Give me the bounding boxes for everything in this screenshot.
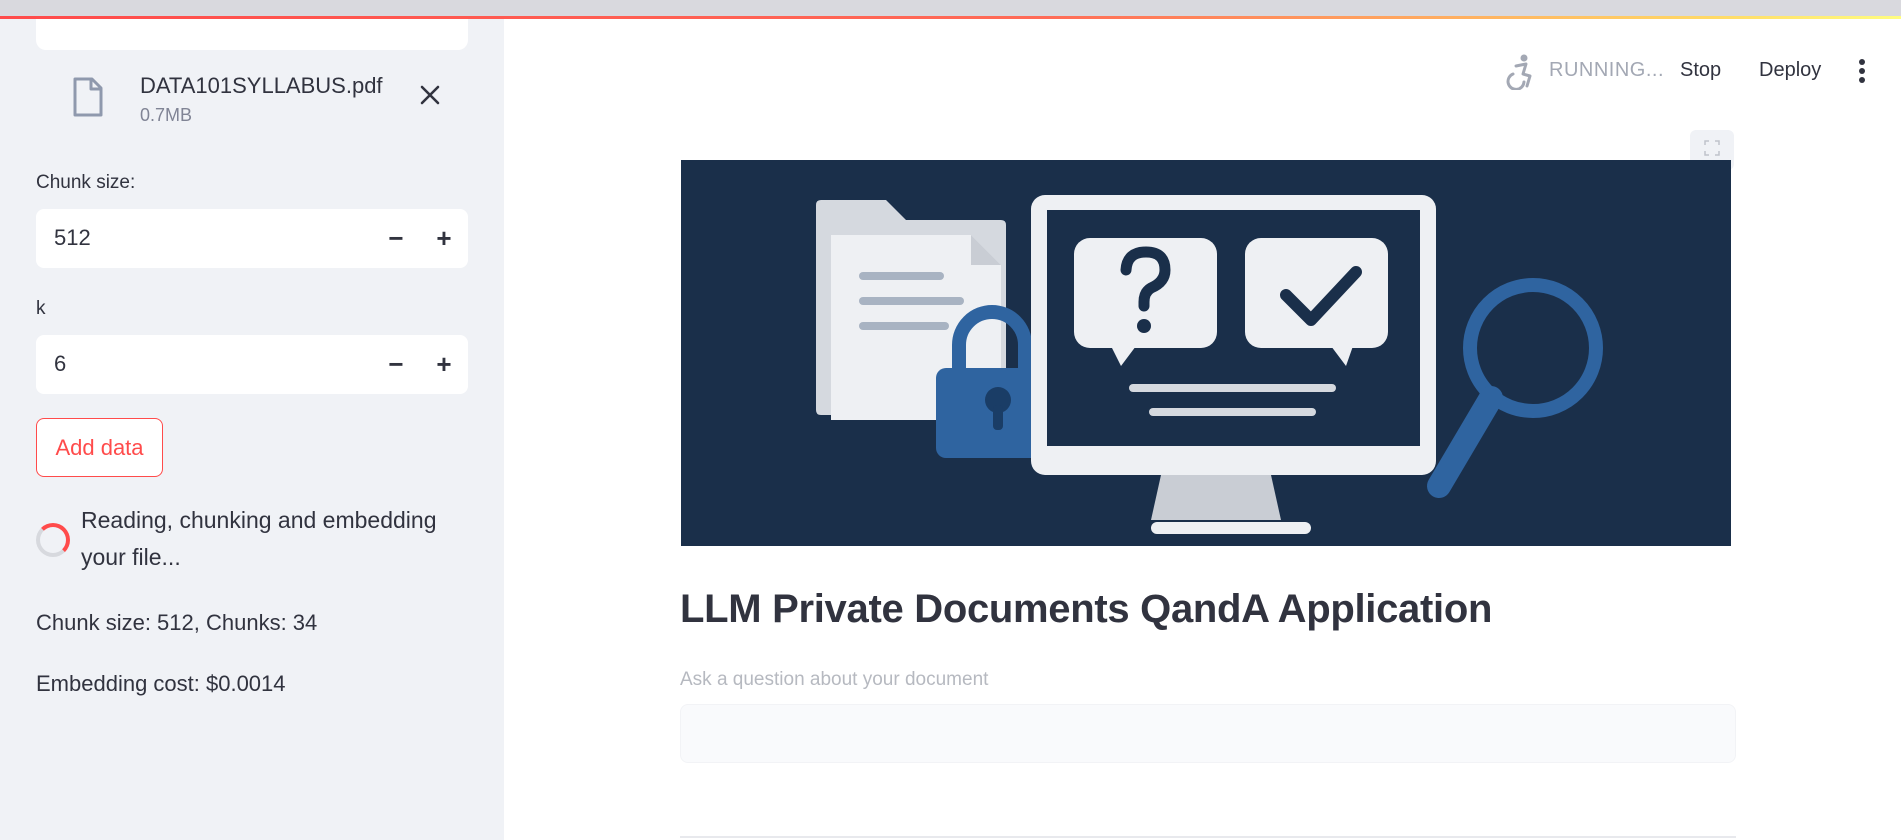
- chunk-size-input[interactable]: 512 − +: [36, 209, 468, 268]
- page-title: LLM Private Documents QandA Application: [680, 587, 1493, 631]
- stop-button[interactable]: Stop: [1680, 59, 1721, 82]
- check-bubble-icon: [1245, 238, 1388, 366]
- question-bubble-icon: [1074, 238, 1217, 366]
- divider: [680, 836, 1736, 838]
- deploy-button[interactable]: Deploy: [1759, 59, 1821, 82]
- question-label: Ask a question about your document: [680, 669, 989, 690]
- top-decoration-bar: [0, 0, 1901, 19]
- file-size: 0.7MB: [140, 105, 193, 125]
- k-input[interactable]: 6 − +: [36, 335, 468, 394]
- file-name: DATA101SYLLABUS.pdf: [140, 73, 383, 98]
- kebab-menu-icon[interactable]: [1852, 57, 1872, 85]
- hero-image: [681, 160, 1731, 546]
- add-data-button[interactable]: Add data: [36, 418, 163, 477]
- status-message: Reading, chunking and embedding your fil…: [81, 507, 437, 570]
- sidebar: DATA101SYLLABUS.pdf 0.7MB Chunk size: 51…: [0, 19, 504, 840]
- k-decrement-button[interactable]: −: [372, 335, 420, 394]
- question-input[interactable]: [680, 704, 1736, 763]
- chunk-size-value[interactable]: 512: [54, 225, 91, 251]
- chunk-size-label: Chunk size:: [36, 172, 136, 193]
- chunk-info: Chunk size: 512, Chunks: 34: [36, 610, 318, 635]
- running-man-icon: [1506, 54, 1532, 90]
- fullscreen-icon: [1704, 140, 1720, 156]
- file-uploader[interactable]: [36, 19, 468, 50]
- loading-spinner-icon: [36, 523, 70, 557]
- k-value[interactable]: 6: [54, 351, 66, 377]
- uploaded-file-row: DATA101SYLLABUS.pdf 0.7MB: [36, 67, 468, 137]
- close-icon[interactable]: [416, 81, 444, 109]
- running-status: RUNNING...: [1549, 59, 1664, 81]
- document-icon: [73, 77, 103, 117]
- k-label: k: [36, 298, 46, 319]
- chunk-size-decrement-button[interactable]: −: [372, 209, 420, 268]
- chunk-size-increment-button[interactable]: +: [420, 209, 468, 268]
- k-increment-button[interactable]: +: [420, 335, 468, 394]
- embedding-cost: Embedding cost: $0.0014: [36, 671, 286, 696]
